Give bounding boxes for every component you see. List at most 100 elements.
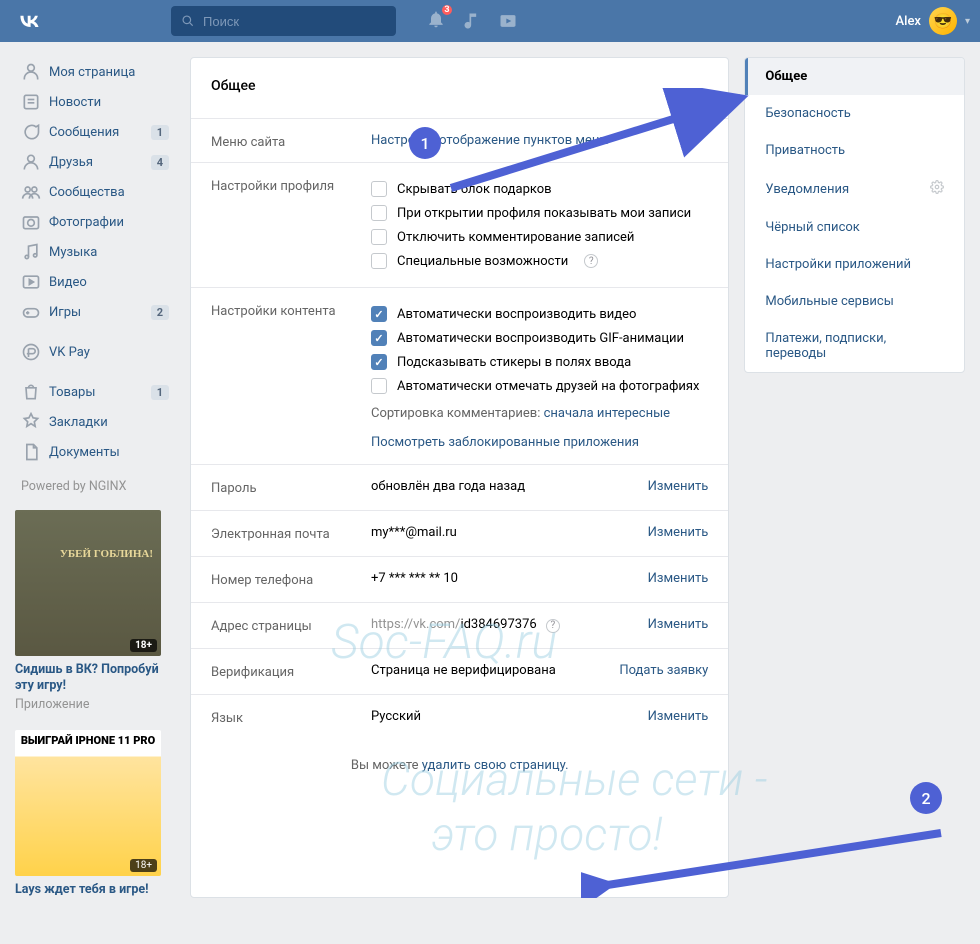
settings-tab-0[interactable]: Общее bbox=[745, 58, 964, 95]
annotation-1: 1 bbox=[409, 127, 441, 159]
blocked-apps-link[interactable]: Посмотреть заблокированные приложения bbox=[371, 435, 639, 450]
settings-tab-3[interactable]: Уведомления bbox=[745, 169, 964, 209]
settings-tab-4[interactable]: Чёрный список bbox=[745, 209, 964, 246]
checkbox-option[interactable]: Отключить комментирование записей bbox=[371, 225, 708, 249]
nav-item-pay[interactable]: VK Pay bbox=[15, 337, 175, 367]
nav-item-news[interactable]: Новости bbox=[15, 87, 175, 117]
checkbox-option[interactable]: Скрывать блок подарков bbox=[371, 177, 708, 201]
row-label: Адрес страницы bbox=[211, 617, 371, 634]
ad-block-1[interactable]: УБЕЙ ГОБЛИНА! 18+ Сидишь в ВК? Попробуй … bbox=[15, 510, 161, 712]
checkbox[interactable] bbox=[371, 354, 387, 370]
checkbox-option[interactable]: Автоматически воспроизводить GIF-анимаци… bbox=[371, 326, 708, 350]
settings-tab-1[interactable]: Безопасность bbox=[745, 95, 964, 132]
home-icon bbox=[21, 62, 41, 82]
nav-count: 2 bbox=[151, 305, 169, 320]
nav-item-friends[interactable]: Друзья 4 bbox=[15, 147, 175, 177]
docs-icon bbox=[21, 442, 41, 462]
verify-apply-link[interactable]: Подать заявку bbox=[619, 663, 708, 678]
nav-item-market[interactable]: Товары1 bbox=[15, 377, 175, 407]
change-email-link[interactable]: Изменить bbox=[648, 525, 709, 540]
avatar: 😎 bbox=[929, 7, 957, 35]
checkbox-option[interactable]: Подсказывать стикеры в полях ввода bbox=[371, 350, 708, 374]
notifications-button[interactable]: 3 bbox=[426, 9, 446, 33]
tab-label: Безопасность bbox=[765, 106, 851, 121]
nav-count: 1 bbox=[151, 125, 169, 140]
row-verification: Верификация Страница не верифицирована П… bbox=[191, 649, 728, 695]
music-icon[interactable] bbox=[462, 11, 482, 31]
nav-item-bookmark[interactable]: Закладки bbox=[15, 407, 175, 437]
checkbox[interactable] bbox=[371, 378, 387, 394]
user-menu[interactable]: Alex 😎 ▾ bbox=[896, 7, 970, 35]
nav-item-music[interactable]: Музыка bbox=[15, 237, 175, 267]
nav-label: Сообщения bbox=[49, 125, 119, 140]
checkbox-label: Подсказывать стикеры в полях ввода bbox=[397, 355, 631, 370]
ad-block-2[interactable]: ВЫИГРАЙ IPHONE 11 PRO 18+ Lays ждет тебя… bbox=[15, 730, 161, 898]
ad-age-badge: 18+ bbox=[130, 859, 157, 872]
nav-label: Друзья bbox=[49, 155, 93, 170]
settings-tab-7[interactable]: Платежи, подписки, переводы bbox=[745, 320, 964, 372]
friends-icon bbox=[21, 152, 41, 172]
nav-item-games[interactable]: Игры2 bbox=[15, 297, 175, 327]
ad-title: Lays ждет тебя в игре! bbox=[15, 882, 161, 898]
nav-item-groups[interactable]: Сообщества bbox=[15, 177, 175, 207]
row-label: Настройки контента bbox=[211, 302, 371, 450]
settings-tabs: Общее Безопасность ПриватностьУведомления Ч… bbox=[744, 57, 965, 373]
tab-label: Чёрный список bbox=[765, 220, 859, 235]
notif-badge: 3 bbox=[440, 3, 454, 17]
settings-tab-6[interactable]: Мобильные сервисы bbox=[745, 283, 964, 320]
checkbox-option[interactable]: Автоматически отмечать друзей на фотогра… bbox=[371, 374, 708, 398]
video-play-icon[interactable] bbox=[498, 11, 518, 31]
checkbox[interactable] bbox=[371, 181, 387, 197]
checkbox[interactable] bbox=[371, 205, 387, 221]
checkbox-label: Автоматически отмечать друзей на фотогра… bbox=[397, 379, 699, 394]
settings-tab-5[interactable]: Настройки приложений bbox=[745, 246, 964, 283]
nav-label: Фотографии bbox=[49, 215, 124, 230]
configure-menu-link[interactable]: Настроить отображение пунктов меню bbox=[371, 133, 610, 148]
nav-item-home[interactable]: Моя страница bbox=[15, 57, 175, 87]
vk-logo[interactable] bbox=[15, 7, 43, 35]
checkbox-option[interactable]: Автоматически воспроизводить видео bbox=[371, 302, 708, 326]
gear-icon[interactable] bbox=[930, 180, 944, 198]
nav-label: Новости bbox=[49, 95, 101, 110]
change-phone-link[interactable]: Изменить bbox=[648, 571, 709, 586]
header-bar: 3 Alex 😎 ▾ bbox=[0, 0, 980, 42]
tab-label: Платежи, подписки, переводы bbox=[765, 331, 944, 361]
market-icon bbox=[21, 382, 41, 402]
change-language-link[interactable]: Изменить bbox=[648, 709, 709, 724]
checkbox-option[interactable]: При открытии профиля показывать мои запи… bbox=[371, 201, 708, 225]
nav-count: 4 bbox=[151, 155, 169, 170]
nav-label: Видео bbox=[49, 275, 87, 290]
nav-item-video[interactable]: Видео bbox=[15, 267, 175, 297]
help-icon[interactable]: ? bbox=[546, 619, 560, 633]
nav-item-photos[interactable]: Фотографии bbox=[15, 207, 175, 237]
change-url-link[interactable]: Изменить bbox=[648, 617, 709, 632]
delete-page-link[interactable]: удалить свою страницу. bbox=[422, 758, 569, 773]
sort-value-link[interactable]: сначала интересные bbox=[544, 406, 670, 421]
music-icon bbox=[21, 242, 41, 262]
checkbox[interactable] bbox=[371, 229, 387, 245]
checkbox-option[interactable]: Специальные возможности? bbox=[371, 249, 708, 273]
annotation-2: 2 bbox=[910, 782, 942, 814]
checkbox[interactable] bbox=[371, 253, 387, 269]
change-password-link[interactable]: Изменить bbox=[648, 479, 709, 494]
search-input[interactable] bbox=[203, 14, 379, 29]
nav-label: Документы bbox=[49, 445, 120, 460]
settings-tab-2[interactable]: Приватность bbox=[745, 132, 964, 169]
bookmark-icon bbox=[21, 412, 41, 432]
row-label: Язык bbox=[211, 709, 371, 726]
checkbox[interactable] bbox=[371, 306, 387, 322]
checkbox-label: Специальные возможности bbox=[397, 254, 568, 269]
row-profile-settings: Настройки профиля Скрывать блок подарков… bbox=[191, 163, 728, 288]
search-icon bbox=[181, 14, 195, 28]
nav-item-docs[interactable]: Документы bbox=[15, 437, 175, 467]
row-password: Пароль обновлён два года назад Изменить bbox=[191, 465, 728, 511]
row-url: Адрес страницы https://vk.com/id38469737… bbox=[191, 603, 728, 649]
settings-panel: Общее Меню сайта Настроить отображение п… bbox=[190, 57, 729, 898]
row-language: Язык Русский Изменить bbox=[191, 695, 728, 740]
nav-count: 1 bbox=[151, 385, 169, 400]
nav-item-msg[interactable]: Сообщения 1 bbox=[15, 117, 175, 147]
chevron-down-icon: ▾ bbox=[965, 16, 970, 27]
help-icon[interactable]: ? bbox=[584, 254, 598, 268]
search-box[interactable] bbox=[171, 6, 396, 36]
checkbox[interactable] bbox=[371, 330, 387, 346]
